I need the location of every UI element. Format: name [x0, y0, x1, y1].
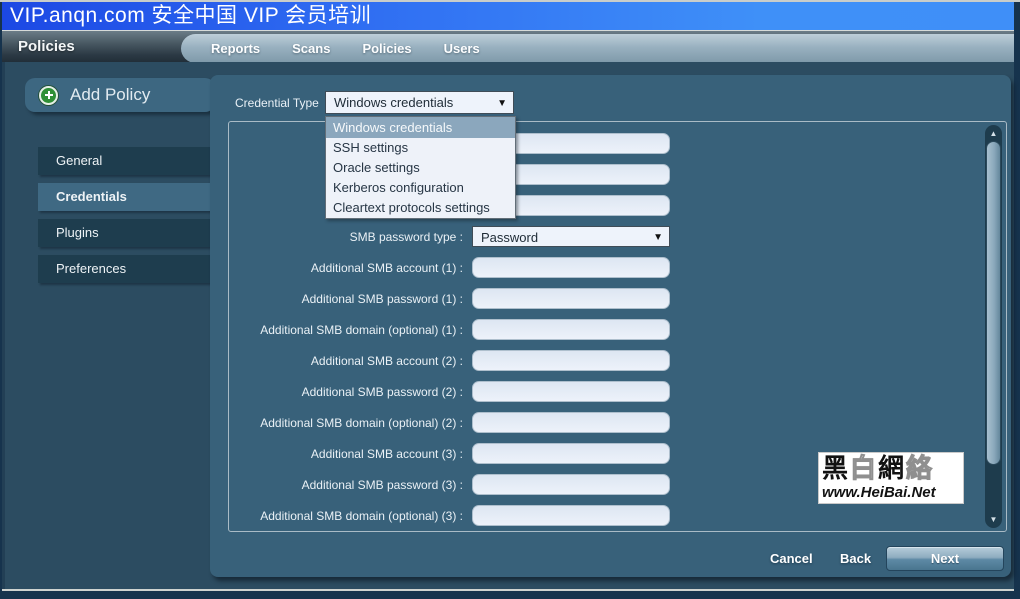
field-label: Additional SMB domain (optional) (1) :: [260, 323, 463, 337]
watermark-char: 黑: [822, 453, 851, 483]
watermark-char: 網: [878, 453, 907, 483]
field-label: Additional SMB account (2) :: [310, 354, 463, 368]
field-label: Additional SMB account (1) :: [310, 261, 463, 275]
tab-users[interactable]: Users: [444, 41, 480, 56]
field-input[interactable]: [472, 350, 670, 371]
tab-policies[interactable]: Policies: [362, 41, 411, 56]
credential-type-label: Credential Type: [235, 96, 319, 110]
nav-section-title: Policies: [18, 38, 75, 55]
back-button[interactable]: Back: [840, 551, 871, 566]
sidebar-item-credentials[interactable]: Credentials: [38, 183, 215, 211]
nav-tabs: Reports Scans Policies Users: [181, 34, 1014, 63]
select-value: Password: [481, 230, 539, 245]
field-label: Additional SMB account (3) :: [310, 447, 463, 461]
content-area: Add Policy General Credentials Plugins Pref…: [2, 62, 1014, 589]
credential-type-select[interactable]: Windows credentials ▼: [325, 91, 514, 114]
field-input[interactable]: [472, 257, 670, 278]
window-bottom-border: [2, 589, 1014, 591]
cancel-button[interactable]: Cancel: [770, 551, 813, 566]
field-input[interactable]: [472, 412, 670, 433]
tab-reports[interactable]: Reports: [211, 41, 260, 56]
chevron-down-icon: ▼: [653, 232, 663, 243]
dropdown-option[interactable]: Windows credentials: [326, 117, 515, 138]
field-input[interactable]: [472, 505, 670, 526]
watermark-char: 絡: [906, 453, 935, 483]
plus-icon: [39, 85, 58, 105]
tab-scans[interactable]: Scans: [292, 41, 330, 56]
window-title: VIP.anqn.com 安全中国 VIP 会员培训: [10, 4, 372, 27]
smb-password-type-select[interactable]: Password ▼: [472, 226, 670, 247]
field-label: Additional SMB password (2) :: [301, 385, 463, 399]
watermark-char: 白: [850, 453, 879, 483]
credential-type-dropdown: Windows credentials SSH settings Oracle se…: [325, 116, 516, 219]
next-button[interactable]: Next: [886, 546, 1004, 571]
field-input[interactable]: [472, 443, 670, 464]
credential-type-value: Windows credentials: [334, 95, 454, 110]
field-label: Additional SMB password (3) :: [301, 478, 463, 492]
form-row: Additional SMB password (2) :: [210, 381, 1011, 403]
watermark-url: www.HeiBai.Net: [822, 484, 936, 501]
sidebar-item-preferences[interactable]: Preferences: [38, 255, 215, 283]
dropdown-option[interactable]: Kerberos configuration: [326, 178, 515, 198]
watermark-logo: 黑白網絡: [822, 453, 963, 483]
form-row: Additional SMB domain (optional) (3) :: [210, 505, 1011, 527]
field-label: Additional SMB password (1) :: [301, 292, 463, 306]
field-input[interactable]: [472, 319, 670, 340]
field-label: SMB password type :: [349, 230, 463, 244]
add-policy-label: Add Policy: [70, 85, 151, 104]
sidebar-item-general[interactable]: General: [38, 147, 215, 175]
add-policy-header: Add Policy: [25, 78, 215, 112]
sidebar-item-plugins[interactable]: Plugins: [38, 219, 215, 247]
policy-panel: Credential Type Windows credentials ▼ ▲ …: [210, 75, 1011, 577]
form-row: SMB password type : Password ▼: [210, 226, 1011, 248]
form-row: Additional SMB account (1) :: [210, 257, 1011, 279]
dropdown-option[interactable]: Cleartext protocols settings: [326, 198, 515, 218]
field-label: Additional SMB domain (optional) (2) :: [260, 416, 463, 430]
form-row: Additional SMB account (2) :: [210, 350, 1011, 372]
form-row: Additional SMB password (1) :: [210, 288, 1011, 310]
title-bar: VIP.anqn.com 安全中国 VIP 会员培训: [2, 2, 1014, 30]
field-input[interactable]: [472, 474, 670, 495]
form-row: Additional SMB domain (optional) (2) :: [210, 412, 1011, 434]
watermark: 黑白網絡 www.HeiBai.Net: [818, 452, 964, 504]
form-row: Additional SMB domain (optional) (1) :: [210, 319, 1011, 341]
field-input[interactable]: [472, 381, 670, 402]
dropdown-option[interactable]: SSH settings: [326, 138, 515, 158]
chevron-down-icon: ▼: [497, 98, 507, 109]
field-input[interactable]: [472, 288, 670, 309]
nav-bar: Policies Reports Scans Policies Users: [2, 30, 1014, 63]
field-label: Additional SMB domain (optional) (3) :: [260, 509, 463, 523]
dropdown-option[interactable]: Oracle settings: [326, 158, 515, 178]
